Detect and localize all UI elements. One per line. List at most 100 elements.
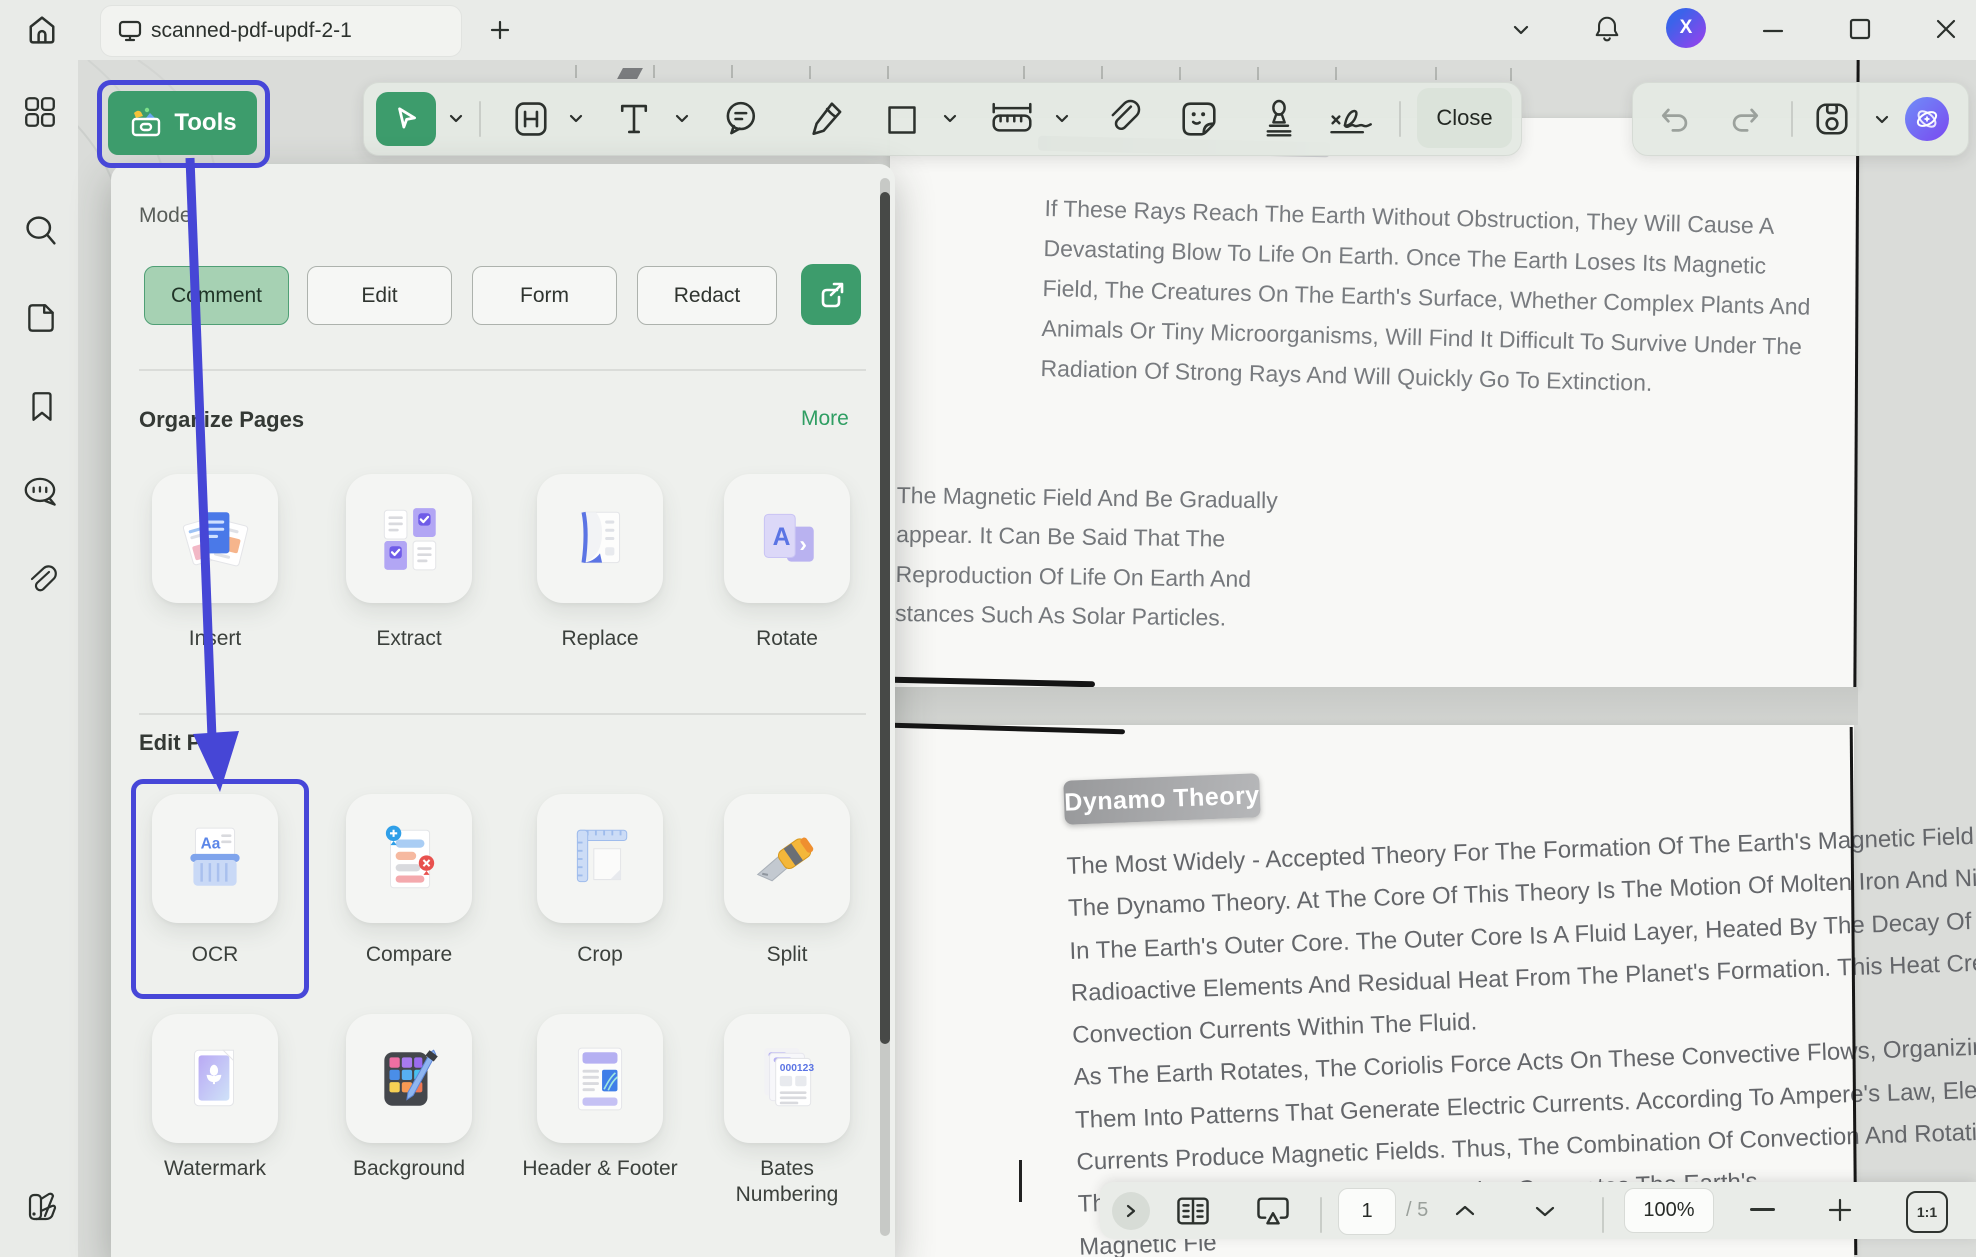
ai-assistant-button[interactable]	[1905, 97, 1949, 141]
bell-icon	[1592, 13, 1622, 45]
slideshow-button[interactable]	[1254, 1193, 1292, 1229]
tile-label: Crop	[520, 942, 680, 968]
pdf-page-1: If These Rays Reach The Earth Without Ob…	[890, 118, 1856, 687]
measure-dropdown[interactable]	[1053, 112, 1071, 126]
save-button[interactable]	[1813, 100, 1851, 138]
toolbar-divider	[1399, 101, 1401, 137]
comment-tool-button[interactable]	[722, 99, 762, 139]
redo-icon	[1729, 103, 1763, 135]
tile-replace[interactable]	[537, 474, 663, 603]
page1-scan-edge-bottom	[890, 677, 1095, 688]
svg-text:000123: 000123	[780, 1062, 815, 1073]
comment-bubble-icon	[722, 99, 762, 139]
minimize-button[interactable]	[1760, 20, 1786, 42]
sidebar-item-pages[interactable]	[23, 300, 59, 336]
tile-compare[interactable]	[346, 794, 472, 923]
tile-crop[interactable]	[537, 794, 663, 923]
tile-extract[interactable]	[346, 474, 472, 603]
tile-split[interactable]	[724, 794, 850, 923]
tile-label: Extract	[329, 626, 489, 652]
tile-background[interactable]	[346, 1014, 472, 1143]
close-window-button[interactable]	[1932, 15, 1960, 43]
sticker-tool-button[interactable]	[1179, 99, 1219, 139]
expand-bar-button[interactable]	[1112, 1192, 1150, 1230]
redo-button[interactable]	[1729, 103, 1763, 135]
page1-paragraph: If These Rays Reach The Earth Without Ob…	[1040, 188, 1813, 407]
panel-scrollbar-thumb[interactable]	[880, 192, 890, 1044]
rotate-icon: A ›	[750, 502, 824, 576]
pdf-page-2: Dynamo Theory The Most Widely - Accepted…	[890, 725, 1854, 1257]
chevron-up-icon	[1452, 1202, 1478, 1220]
compare-icon	[372, 822, 446, 896]
page2-heading: Dynamo Theory	[1064, 781, 1260, 817]
page-view-mode-button[interactable]	[1174, 1193, 1212, 1229]
tile-rotate[interactable]: A ›	[724, 474, 850, 603]
select-tool-dropdown[interactable]	[447, 112, 465, 126]
svg-text:A: A	[773, 524, 791, 551]
actual-size-button[interactable]: 1:1	[1906, 1191, 1948, 1233]
home-button[interactable]	[24, 12, 60, 48]
sidebar-item-appearance[interactable]	[22, 1188, 60, 1224]
square-shape-icon	[885, 103, 919, 137]
text-dropdown[interactable]	[673, 112, 691, 126]
zoom-out-button[interactable]	[1750, 1208, 1775, 1211]
ruler-icon	[988, 99, 1036, 139]
shape-dropdown[interactable]	[941, 112, 959, 126]
open-in-new-window-button[interactable]	[801, 264, 861, 325]
pencil-icon	[807, 99, 845, 139]
sidebar-item-apps[interactable]	[22, 94, 58, 130]
next-page-button[interactable]	[1532, 1202, 1558, 1220]
mode-button-redact[interactable]: Redact	[637, 266, 777, 325]
background-icon	[372, 1042, 446, 1116]
tile-label: Rotate	[707, 626, 867, 652]
tile-header-footer[interactable]	[537, 1014, 663, 1143]
undo-button[interactable]	[1657, 103, 1691, 135]
previous-page-button[interactable]	[1452, 1202, 1478, 1220]
chevron-down-icon	[1532, 1202, 1558, 1220]
sidebar-item-attachments[interactable]	[22, 562, 62, 598]
highlight-tool-button[interactable]	[512, 100, 550, 138]
text-tool-button[interactable]	[615, 99, 653, 139]
sidebar-item-bookmarks[interactable]	[25, 389, 59, 425]
two-page-view-icon	[1174, 1193, 1212, 1229]
mode-button-edit[interactable]: Edit	[307, 266, 452, 325]
zoom-in-button[interactable]	[1826, 1196, 1854, 1224]
tile-bates-numbering[interactable]: 000123	[724, 1014, 850, 1143]
chevron-right-icon	[1123, 1202, 1139, 1220]
account-avatar[interactable]: X	[1666, 8, 1706, 48]
save-dropdown[interactable]	[1873, 113, 1891, 127]
apps-grid-icon	[22, 94, 58, 130]
tile-label: Background	[329, 1156, 489, 1182]
tabs-dropdown-button[interactable]	[1510, 21, 1532, 39]
page-thumbnails-icon	[23, 300, 59, 336]
signature-tool-button[interactable]	[1327, 103, 1383, 139]
mode-button-form[interactable]: Form	[472, 266, 617, 325]
document-line: The Magnetic Field And Be Gradually	[896, 476, 1277, 521]
page-number-input[interactable]	[1338, 1188, 1396, 1235]
shape-tool-button[interactable]	[885, 103, 919, 137]
tile-watermark[interactable]	[152, 1014, 278, 1143]
measure-tool-button[interactable]	[988, 99, 1036, 139]
tools-button[interactable]: Tools	[108, 91, 257, 155]
document-tab[interactable]: scanned-pdf-updf-2-1	[100, 5, 462, 57]
zoom-level-box[interactable]: 100%	[1624, 1188, 1714, 1233]
sidebar-item-search[interactable]	[22, 212, 60, 250]
tile-label: Compare	[329, 942, 489, 968]
highlight-dropdown[interactable]	[567, 112, 585, 126]
page-total-label: / 5	[1406, 1199, 1428, 1222]
organize-more-link[interactable]: More	[801, 407, 849, 431]
sidebar-item-comments[interactable]	[20, 474, 62, 510]
pencil-tool-button[interactable]	[807, 99, 845, 139]
select-tool-button[interactable]	[376, 92, 436, 146]
tab-document-icon	[117, 19, 143, 43]
split-icon	[750, 822, 824, 896]
ocr-highlight-box	[131, 779, 309, 999]
new-tab-button[interactable]	[488, 18, 512, 42]
stamp-tool-button[interactable]	[1261, 97, 1297, 141]
notifications-button[interactable]	[1592, 13, 1622, 45]
maximize-button[interactable]	[1846, 15, 1874, 43]
attachment-tool-button[interactable]	[1105, 98, 1141, 140]
toolbar-divider	[479, 101, 481, 137]
page-gap	[883, 687, 1858, 725]
close-toolbar-button[interactable]: Close	[1417, 88, 1512, 148]
